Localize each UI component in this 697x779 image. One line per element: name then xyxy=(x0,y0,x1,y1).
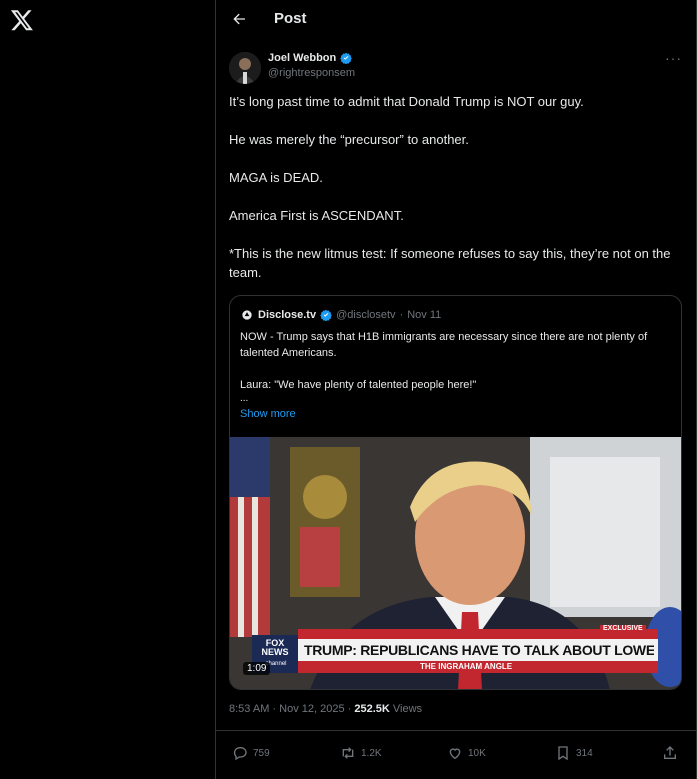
chyron-headline: TRUMP: REPUBLICANS HAVE TO TALK ABOUT LO… xyxy=(304,642,654,658)
quoted-paragraph: NOW - Trump says that H1B immigrants are… xyxy=(240,331,648,359)
tweet-paragraph: MAGA is DEAD. xyxy=(229,170,323,185)
reply-count: 759 xyxy=(253,747,270,759)
heart-icon xyxy=(449,748,461,760)
reply-button[interactable]: 759 xyxy=(232,745,270,761)
quoted-post-header: Disclose.tv @disclosetv · Nov 11 xyxy=(240,308,441,322)
share-button[interactable] xyxy=(662,745,678,761)
author-name[interactable]: Joel Webbon xyxy=(268,52,353,64)
share-icon xyxy=(664,746,676,759)
post-meta: 8:53 AM · Nov 12, 2025 · 252.5K Views xyxy=(229,703,422,715)
verified-badge-icon xyxy=(340,52,353,64)
video-duration: 1:09 xyxy=(243,662,271,675)
tweet-paragraph: America First is ASCENDANT. xyxy=(229,208,404,223)
action-bar: 759 1.2K 10K 314 xyxy=(216,730,696,770)
main-column: Post Joel Webbon @rightresponsem ··· It’… xyxy=(215,0,697,779)
quoted-paragraph: Laura: "We have plenty of talented peopl… xyxy=(240,379,477,391)
avatar[interactable] xyxy=(229,52,261,84)
tweet-paragraph: *This is the new litmus test: If someone… xyxy=(229,246,671,280)
tweet-text: It’s long past time to admit that Donald… xyxy=(229,92,689,282)
tweet-paragraph: He was merely the “precursor” to another… xyxy=(229,132,469,147)
avatar-image-icon xyxy=(229,52,261,84)
bookmark-count: 314 xyxy=(576,747,593,759)
quoted-ellipsis: ... xyxy=(240,393,249,404)
repost-icon xyxy=(342,747,354,759)
bookmark-button[interactable]: 314 xyxy=(555,745,593,761)
view-count: 252.5K xyxy=(354,703,390,715)
tweet-paragraph: It’s long past time to admit that Donald… xyxy=(229,94,584,109)
quoted-author-handle: @disclosetv xyxy=(336,309,396,321)
header: Post xyxy=(216,0,696,40)
video-player[interactable]: EXCLUSIVE TRUMP: REPUBLICANS HAVE TO TAL… xyxy=(230,437,681,689)
quoted-text: NOW - Trump says that H1B immigrants are… xyxy=(240,329,670,393)
disclose-logo-icon xyxy=(240,308,254,322)
quoted-post[interactable]: Disclose.tv @disclosetv · Nov 11 NOW - T… xyxy=(229,295,682,690)
quoted-author-name: Disclose.tv xyxy=(258,309,317,321)
views-label: Views xyxy=(392,703,423,715)
network-logo: FOX NEWS xyxy=(261,638,289,657)
author-handle[interactable]: @rightresponsem xyxy=(268,67,355,79)
like-count: 10K xyxy=(468,747,486,759)
separator-dot: · xyxy=(399,309,404,321)
page-title: Post xyxy=(274,10,307,27)
repost-count: 1.2K xyxy=(361,747,382,759)
bookmark-icon xyxy=(558,746,568,761)
repost-button[interactable]: 1.2K xyxy=(340,745,382,761)
more-options-button[interactable]: ··· xyxy=(665,50,682,66)
show-more-link[interactable]: Show more xyxy=(240,408,296,420)
arrow-left-icon xyxy=(233,13,245,25)
author-name-text: Joel Webbon xyxy=(268,52,337,64)
quoted-date: Nov 11 xyxy=(407,309,442,321)
back-button[interactable] xyxy=(228,8,250,30)
like-button[interactable]: 10K xyxy=(447,745,486,761)
left-rail xyxy=(0,0,215,779)
verified-badge-icon xyxy=(320,309,332,321)
exclusive-badge: EXCLUSIVE xyxy=(600,625,646,632)
post-timestamp[interactable]: 8:53 AM · Nov 12, 2025 · xyxy=(229,703,351,715)
show-name: THE INGRAHAM ANGLE xyxy=(420,662,513,671)
x-logo-icon[interactable] xyxy=(10,8,34,32)
reply-icon xyxy=(233,747,247,761)
